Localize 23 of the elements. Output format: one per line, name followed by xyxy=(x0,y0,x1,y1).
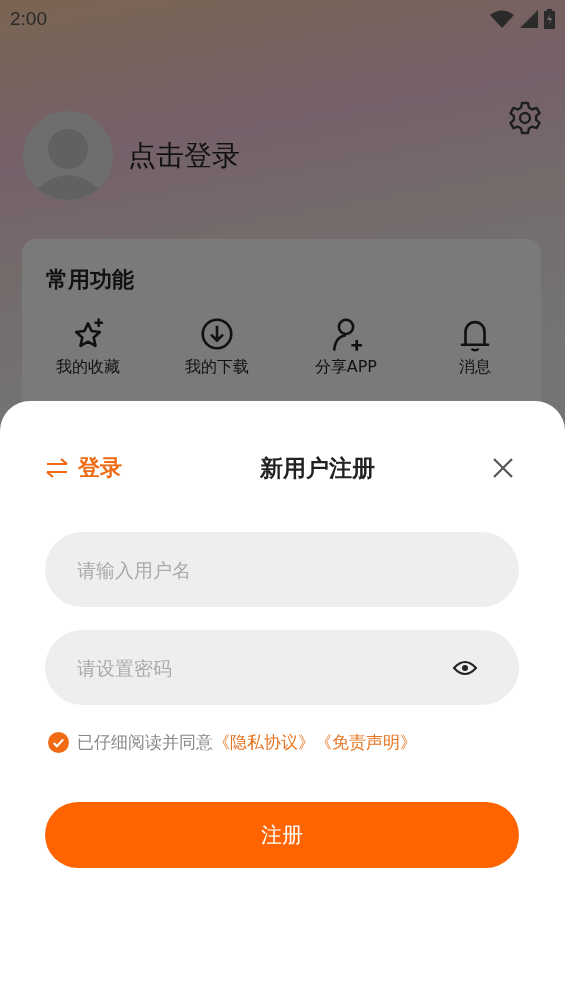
agreement-checkbox[interactable] xyxy=(48,732,69,753)
function-label[interactable]: 分享APP xyxy=(314,357,377,378)
switch-login-link[interactable]: 登录 xyxy=(45,453,122,483)
signal-icon xyxy=(520,10,538,28)
register-button[interactable]: 注册 xyxy=(45,802,519,868)
sheet-title: 新用户注册 xyxy=(260,453,375,483)
battery-icon xyxy=(544,9,555,29)
password-field[interactable]: 请设置密码 xyxy=(45,630,519,705)
agreement-link[interactable]: 《免责声明》 xyxy=(315,731,417,754)
function-label[interactable]: 我的收藏 xyxy=(56,357,121,378)
settings-icon[interactable] xyxy=(507,100,543,136)
username-field[interactable]: 请输入用户名 xyxy=(45,532,519,607)
agreement-text: 已仔细阅读并同意 xyxy=(77,731,213,754)
wifi-icon xyxy=(490,10,514,28)
section-title: 常用功能 xyxy=(45,266,135,294)
swap-icon xyxy=(45,458,69,478)
eye-icon[interactable] xyxy=(453,660,477,676)
close-icon[interactable] xyxy=(493,458,513,478)
function-label[interactable]: 消息 xyxy=(458,357,491,378)
status-time: 2:00 xyxy=(10,8,47,30)
function-label[interactable]: 我的下载 xyxy=(185,357,250,378)
agreement-link[interactable]: 《隐私协议》 xyxy=(213,731,315,754)
login-prompt[interactable]: 点击登录 xyxy=(128,137,240,175)
